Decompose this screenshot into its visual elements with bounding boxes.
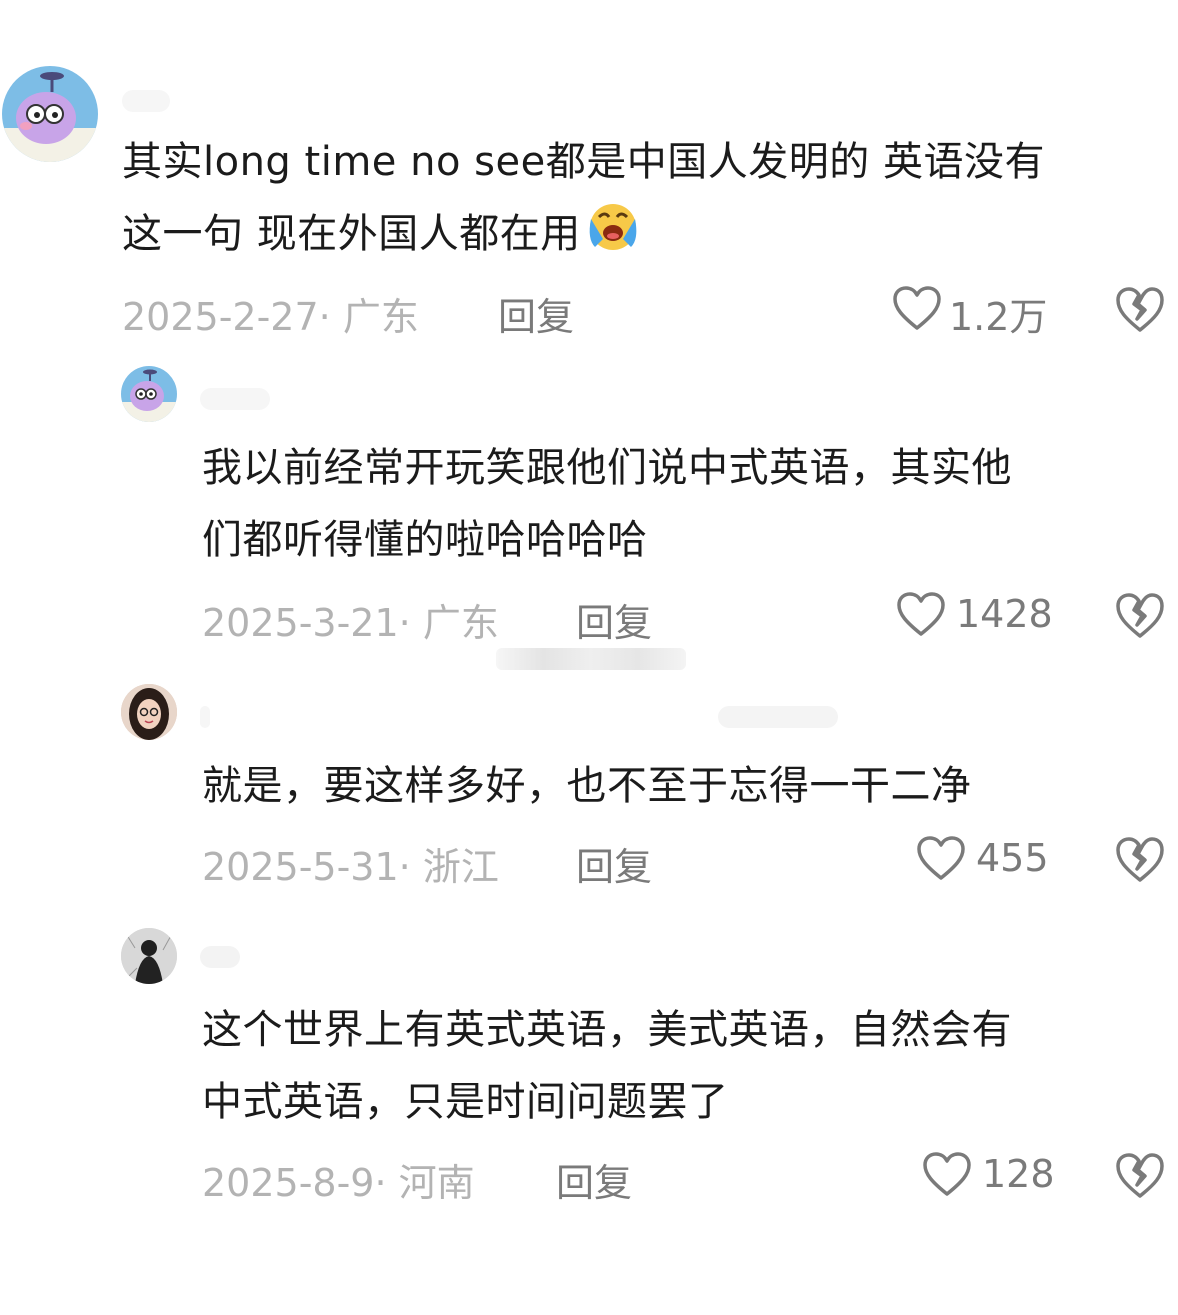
comment-line: 就是，要这样多好，也不至于忘得一干二净: [202, 763, 972, 809]
avatar[interactable]: [2, 66, 98, 162]
username[interactable]: [200, 706, 210, 728]
comment-line: 中式英语，只是时间问题罢了: [202, 1079, 729, 1125]
comment-text: 这个世界上有英式英语，美式英语，自然会有 中式英语，只是时间问题罢了: [202, 994, 1172, 1138]
comment-text: 其实long time no see都是中国人发明的 英语没有 这一句 现在外国…: [122, 126, 1172, 274]
comment-line: 其实long time no see都是中国人发明的 英语没有: [122, 139, 1045, 185]
heart-outline-icon[interactable]: [916, 836, 966, 886]
comment-date-location: 2025-8-9· 河南: [202, 1161, 475, 1205]
crying-face-icon: [585, 199, 641, 274]
comment-text: 就是，要这样多好，也不至于忘得一干二净: [202, 750, 1172, 822]
like-count: 455: [976, 836, 1049, 880]
reply-button[interactable]: 回复: [498, 286, 574, 341]
avatar[interactable]: [121, 366, 177, 422]
like-count: 128: [982, 1152, 1055, 1196]
reply-button[interactable]: 回复: [556, 1152, 632, 1207]
broken-heart-icon[interactable]: [1114, 592, 1166, 644]
broken-heart-icon[interactable]: [1114, 286, 1166, 338]
heart-outline-icon[interactable]: [896, 592, 946, 642]
comment-date-location: 2025-5-31· 浙江: [202, 845, 499, 889]
broken-heart-icon[interactable]: [1114, 1152, 1166, 1204]
like-count: 1428: [956, 592, 1053, 636]
broken-heart-icon[interactable]: [1114, 836, 1166, 888]
comment-date-location: 2025-2-27· 广东: [122, 295, 419, 339]
avatar[interactable]: [121, 684, 177, 740]
reply-button[interactable]: 回复: [576, 592, 652, 647]
username[interactable]: [200, 946, 240, 968]
comment-line: 们都听得懂的啦哈哈哈哈: [202, 517, 648, 563]
comment-line: 这个世界上有英式英语，美式英语，自然会有: [202, 1007, 1012, 1053]
heart-outline-icon[interactable]: [922, 1152, 972, 1202]
comment-date-location: 2025-3-21· 广东: [202, 601, 499, 645]
username[interactable]: [122, 90, 170, 112]
comment-line-text: 这一句 现在外国人都在用: [122, 211, 581, 257]
avatar[interactable]: [121, 928, 177, 984]
like-count: 1.2万: [949, 295, 1048, 339]
comment-line: 我以前经常开玩笑跟他们说中式英语，其实他: [202, 445, 1012, 491]
comment-text: 我以前经常开玩笑跟他们说中式英语，其实他 们都听得懂的啦哈哈哈哈: [202, 432, 1172, 576]
heart-outline-icon[interactable]: [892, 286, 942, 336]
username[interactable]: [200, 388, 270, 410]
comment-thread: 其实long time no see都是中国人发明的 英语没有 这一句 现在外国…: [0, 0, 1178, 1315]
reply-button[interactable]: 回复: [576, 836, 652, 891]
blurred-badge: [718, 706, 838, 728]
comment-line: 这一句 现在外国人都在用: [122, 198, 1172, 274]
blurred-artifact: [496, 648, 686, 670]
